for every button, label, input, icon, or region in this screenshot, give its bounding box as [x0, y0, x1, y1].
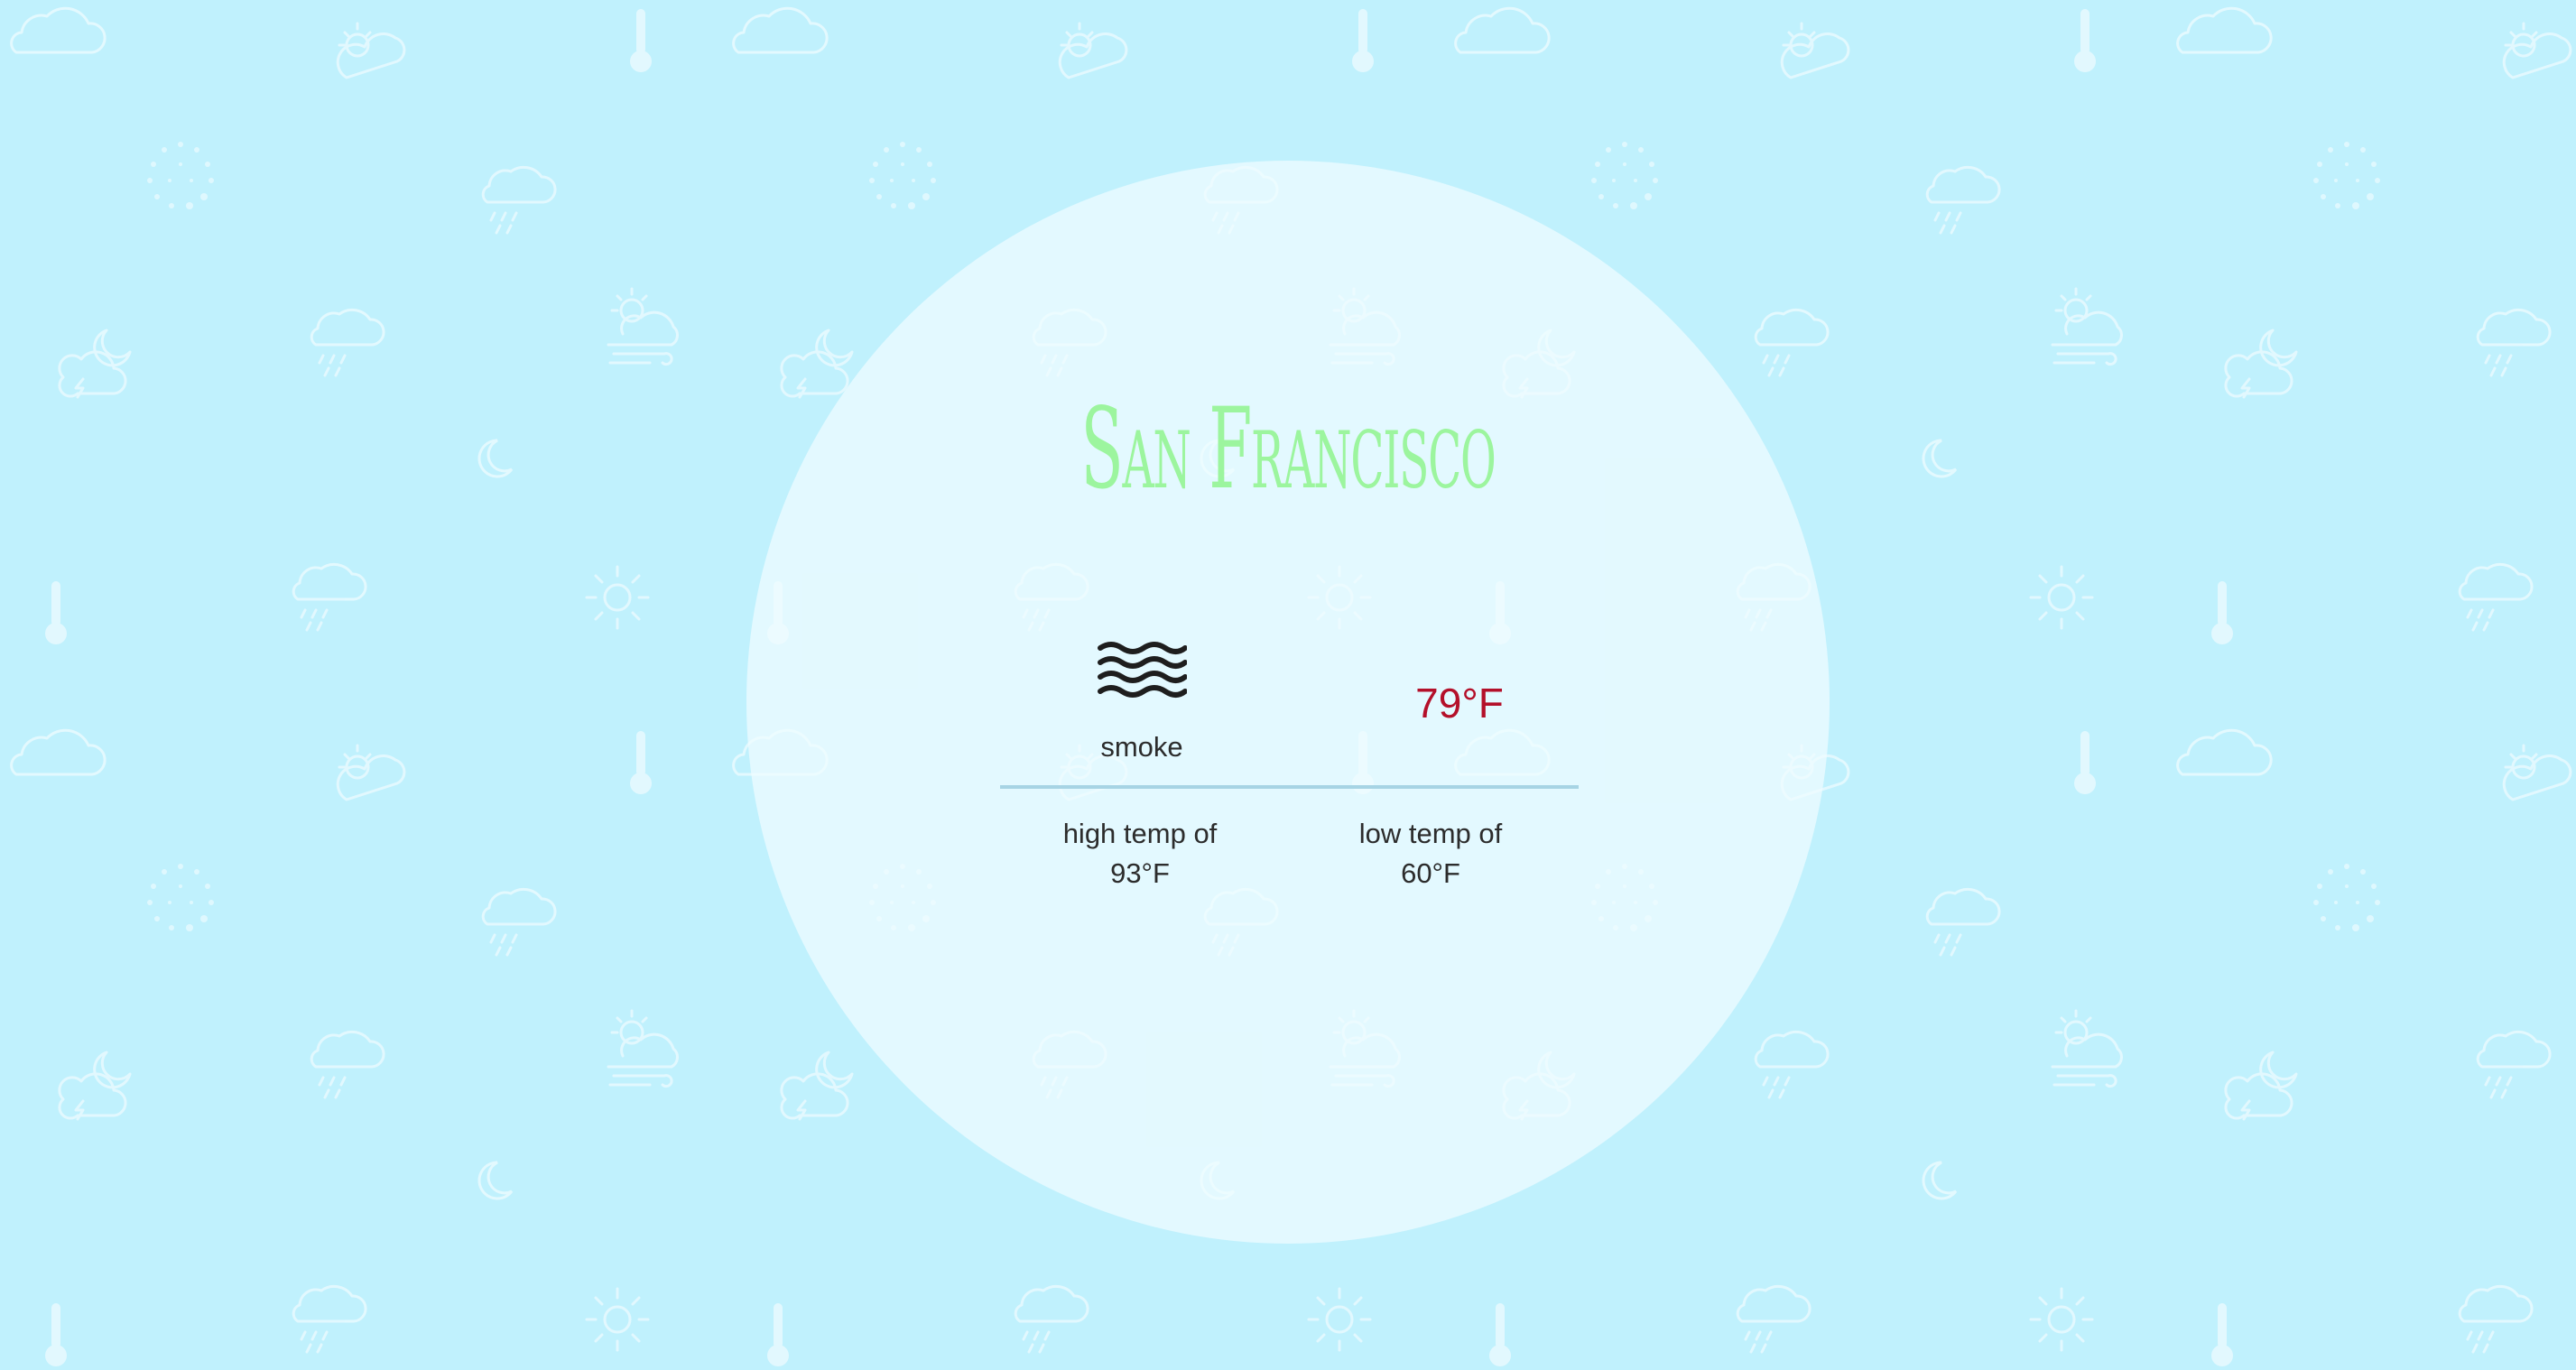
high-temp: high temp of 93°F [996, 814, 1284, 893]
low-temp-value: 60°F [1401, 857, 1460, 889]
divider [1000, 785, 1579, 789]
current-temperature: 79°F [1415, 680, 1504, 727]
high-temp-value: 93°F [1110, 857, 1170, 889]
high-temp-label: high temp of [1062, 818, 1218, 849]
low-temp: low temp of 60°F [1286, 814, 1575, 893]
low-temp-label: low temp of [1358, 818, 1503, 849]
city-name: San Francisco [1080, 384, 1496, 514]
condition-label: smoke [1100, 731, 1183, 763]
smoke-waves-icon [1098, 642, 1187, 698]
weather-card: San Francisco smoke 79°F high temp of 93… [746, 161, 1830, 1244]
